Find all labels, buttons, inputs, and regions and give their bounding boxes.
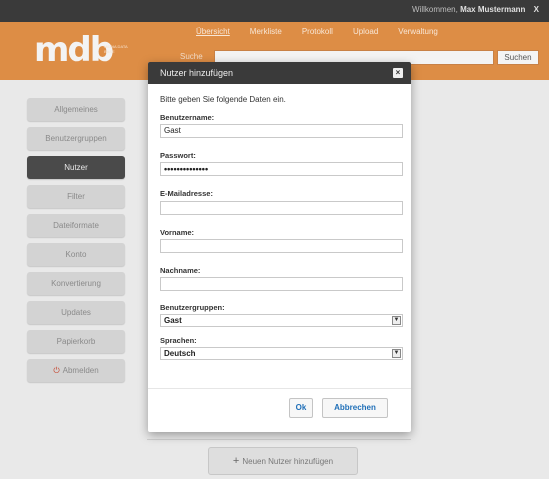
sidebar-item-trash[interactable]: Papierkorb [27, 330, 125, 353]
username-field[interactable]: Gast [160, 124, 403, 138]
password-label: Passwort: [160, 151, 196, 160]
email-label: E-Mailadresse: [160, 189, 213, 198]
lastname-label: Nachname: [160, 266, 201, 275]
logo-text: mdb [34, 30, 114, 70]
nav-upload[interactable]: Upload [353, 27, 378, 36]
logout-label: Abmelden [62, 366, 99, 375]
password-field[interactable]: •••••••••••••• [160, 162, 403, 176]
logout-x-link[interactable]: X [534, 5, 539, 14]
sidebar-item-users[interactable]: Nutzer [27, 156, 125, 179]
search-button[interactable]: Suchen [497, 50, 539, 65]
search-label: Suche [180, 52, 203, 61]
username-label: Benutzername: [160, 113, 215, 122]
dialog-title-bar: Nutzer hinzufügen × [148, 62, 411, 84]
welcome-prefix: Willkommen, [412, 5, 458, 14]
nav-watchlist[interactable]: Merkliste [250, 27, 282, 36]
languages-select[interactable]: Deutsch ▼ [160, 347, 403, 360]
close-icon[interactable]: × [393, 68, 403, 78]
nav-log[interactable]: Protokoll [302, 27, 333, 36]
sidebar-item-file-formats[interactable]: Dateiformate [27, 214, 125, 237]
sidebar-item-logout[interactable]: ⏻ Abmelden [27, 359, 125, 382]
chevron-down-icon[interactable]: ▼ [392, 316, 401, 325]
logo[interactable]: mdb MEDIA DATA BASE [34, 30, 127, 70]
sidebar-item-updates[interactable]: Updates [27, 301, 125, 324]
user-groups-select[interactable]: Gast ▼ [160, 314, 403, 327]
logo-subtitle: MEDIA DATA BASE [104, 44, 128, 54]
user-groups-label: Benutzergruppen: [160, 303, 225, 312]
sidebar-item-general[interactable]: Allgemeines [27, 98, 125, 121]
sidebar-item-filter[interactable]: Filter [27, 185, 125, 208]
cancel-button[interactable]: Abbrechen [322, 398, 388, 418]
add-user-dialog: Nutzer hinzufügen × Bitte geben Sie folg… [148, 62, 411, 432]
app-window: Willkommen, Max Mustermann X mdb MEDIA D… [0, 0, 549, 479]
add-new-user-button[interactable]: + Neuen Nutzer hinzufügen [208, 447, 358, 475]
chevron-down-icon[interactable]: ▼ [392, 349, 401, 358]
firstname-label: Vorname: [160, 228, 195, 237]
firstname-field[interactable] [160, 239, 403, 253]
email-field[interactable] [160, 201, 403, 215]
user-groups-value: Gast [164, 316, 182, 325]
plus-icon: + [232, 455, 240, 467]
languages-label: Sprachen: [160, 336, 197, 345]
dialog-title: Nutzer hinzufügen [160, 68, 234, 78]
dialog-intro: Bitte geben Sie folgende Daten ein. [160, 95, 286, 104]
sidebar-item-conversion[interactable]: Konvertierung [27, 272, 125, 295]
user-name[interactable]: Max Mustermann [460, 5, 525, 14]
languages-value: Deutsch [164, 349, 196, 358]
welcome-text: Willkommen, Max Mustermann X [412, 5, 539, 14]
lastname-field[interactable] [160, 277, 403, 291]
power-icon: ⏻ [53, 366, 60, 375]
main-nav: Übersicht Merkliste Protokoll Upload Ver… [196, 27, 438, 36]
add-new-user-label: Neuen Nutzer hinzufügen [242, 457, 334, 466]
nav-overview[interactable]: Übersicht [196, 27, 230, 36]
nav-admin[interactable]: Verwaltung [398, 27, 438, 36]
ok-button[interactable]: Ok [289, 398, 313, 418]
top-bar: Willkommen, Max Mustermann X [0, 0, 549, 22]
sidebar-item-account[interactable]: Konto [27, 243, 125, 266]
dialog-footer-divider [148, 388, 411, 389]
sidebar-item-user-groups[interactable]: Benutzergruppen [27, 127, 125, 150]
